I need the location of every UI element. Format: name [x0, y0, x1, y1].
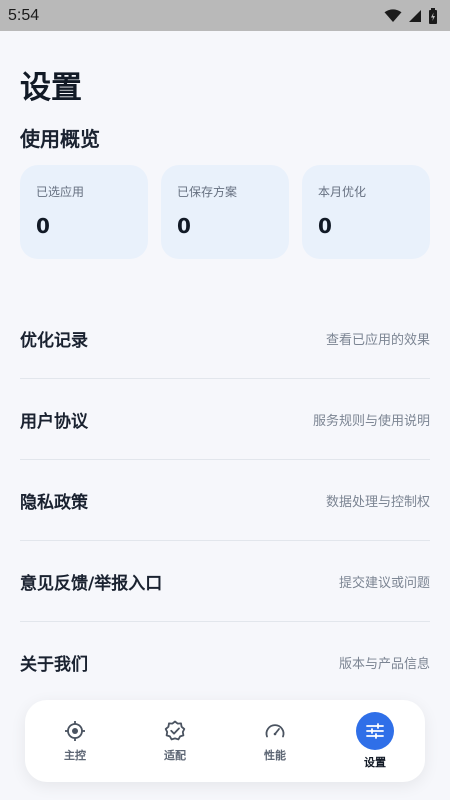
menu-item-title: 意见反馈/举报入口 — [20, 573, 163, 594]
menu-item-about-us[interactable]: 关于我们 版本与产品信息 — [20, 622, 430, 703]
status-bar: 5:54 — [0, 0, 450, 31]
stat-card-selected-apps: 已选应用 0 — [20, 165, 148, 259]
menu-item-desc: 提交建议或问题 — [338, 575, 430, 591]
nav-item-settings[interactable]: 设置 — [325, 700, 425, 782]
menu-item-desc: 数据处理与控制权 — [325, 494, 430, 510]
stat-label: 已选应用 — [36, 185, 85, 199]
nav-label: 主控 — [64, 749, 86, 762]
status-time: 5:54 — [8, 6, 40, 24]
wifi-icon — [384, 8, 402, 22]
status-icons — [384, 7, 438, 24]
menu-item-desc: 版本与产品信息 — [338, 657, 430, 672]
menu-item-desc: 查看已应用的效果 — [325, 332, 430, 348]
nav-label: 设置 — [364, 756, 386, 769]
menu-item-feedback-report[interactable]: 意见反馈/举报入口 提交建议或问题 — [20, 541, 430, 622]
stat-label: 已保存方案 — [177, 185, 238, 199]
stat-card-monthly-optimizations: 本月优化 0 — [302, 165, 430, 259]
stat-value: 0 — [36, 214, 50, 238]
badge-check-icon — [163, 719, 187, 743]
stat-value: 0 — [318, 214, 332, 238]
gauge-icon — [263, 719, 287, 743]
nav-item-adapt[interactable]: 适配 — [125, 700, 225, 782]
menu-item-privacy-policy[interactable]: 隐私政策 数据处理与控制权 — [20, 460, 430, 541]
stat-label: 本月优化 — [318, 185, 367, 199]
menu-item-title: 优化记录 — [20, 330, 88, 351]
page-title: 设置 — [20, 70, 82, 106]
nav-item-performance[interactable]: 性能 — [225, 700, 325, 782]
menu-item-desc: 服务规则与使用说明 — [312, 413, 430, 429]
sliders-icon — [356, 712, 394, 750]
menu-item-title: 隐私政策 — [20, 492, 88, 513]
menu-item-optimization-history[interactable]: 优化记录 查看已应用的效果 — [20, 298, 430, 379]
battery-icon — [429, 7, 437, 24]
menu-item-title: 关于我们 — [20, 655, 88, 675]
stat-card-saved-plans: 已保存方案 0 — [161, 165, 289, 259]
menu-item-title: 用户协议 — [20, 411, 88, 432]
menu-item-user-agreement[interactable]: 用户协议 服务规则与使用说明 — [20, 379, 430, 460]
target-icon — [63, 719, 87, 743]
nav-label: 适配 — [164, 749, 186, 762]
stat-value: 0 — [177, 214, 191, 238]
nav-item-main-control[interactable]: 主控 — [25, 700, 125, 782]
overview-title: 使用概览 — [20, 127, 100, 151]
nav-label: 性能 — [264, 749, 286, 762]
bottom-nav: 主控 适配 性能 设置 — [25, 700, 425, 782]
signal-icon — [409, 9, 421, 22]
